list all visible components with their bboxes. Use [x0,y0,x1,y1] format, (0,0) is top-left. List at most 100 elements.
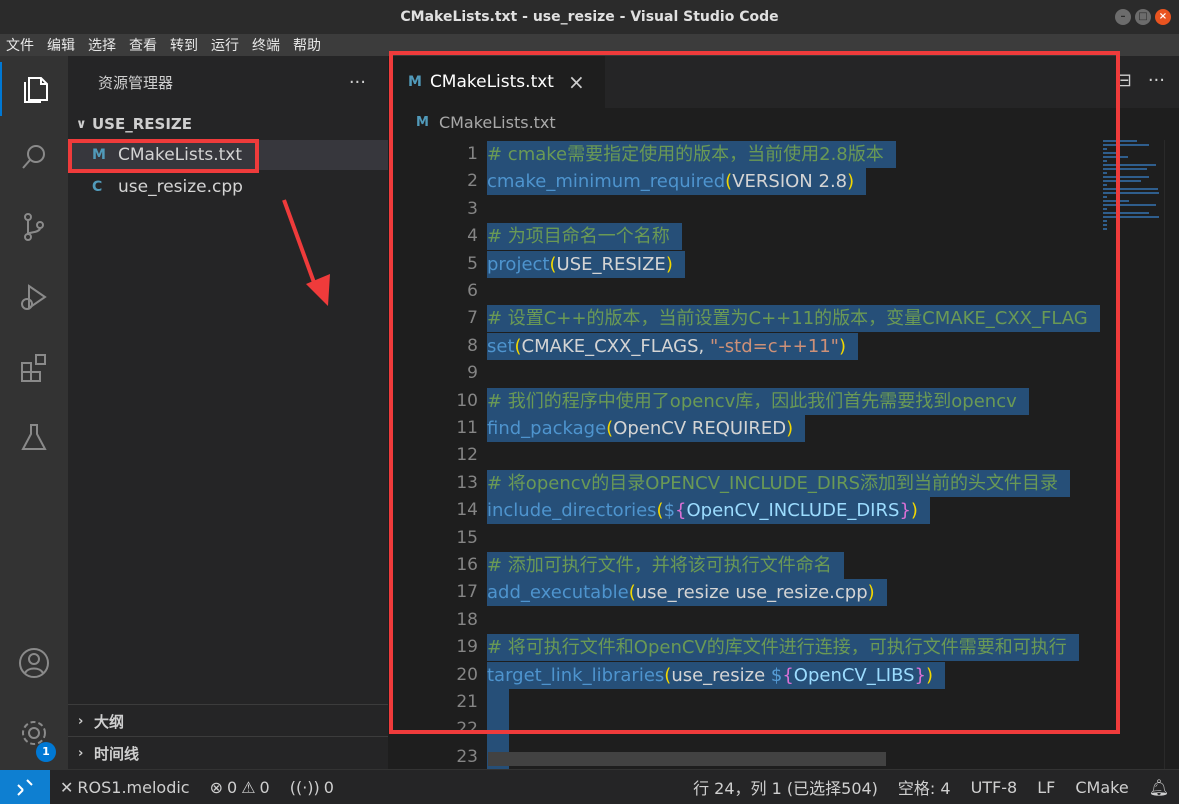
code-token: # 设置C++的版本，当前设置为C++11的版本，变量CMAKE_CXX_FLA… [487,308,1088,330]
warning-count: 0 [259,777,270,797]
minimap-line [1103,208,1107,210]
minimap-line [1103,192,1159,194]
folder-header[interactable]: ∨ USE_RESIZE [68,110,388,138]
code-text: # 我们的程序中使用了opencv库，因此我们首先需要找到opencv [487,387,1029,415]
editor-more-icon[interactable]: ··· [1148,70,1165,91]
line-number: 14 [456,500,478,521]
menu-selection[interactable]: 选择 [82,35,123,55]
close-window-button[interactable]: × [1155,9,1171,25]
file-item-use-resize-cpp[interactable]: C use_resize.cpp [68,172,388,202]
code-line[interactable]: 18 [388,607,1108,634]
code-line[interactable]: 15 [388,525,1108,552]
code-line[interactable]: 4 # 为项目命名一个名称 [388,223,1108,251]
language-mode[interactable]: CMake [1065,778,1138,797]
code-line[interactable]: 14 include_directories(${OpenCV_INCLUDE_D… [388,497,1108,525]
notifications-bell-icon[interactable]: 🔔︎ [1139,778,1179,797]
extensions-icon[interactable] [0,340,68,394]
code-text: find_package(OpenCV REQUIRED) [487,415,806,442]
file-item-cmakelists[interactable]: M CMakeLists.txt [68,140,388,170]
minimap[interactable] [1103,140,1165,320]
menu-view[interactable]: 查看 [123,35,164,55]
minimize-button[interactable]: – [1115,9,1131,25]
maximize-button[interactable]: □ [1135,9,1151,25]
explorer-icon[interactable] [0,62,70,116]
window-controls: – □ × [1115,9,1171,25]
cmake-file-icon: M [408,74,422,90]
chevron-right-icon: › [78,745,84,761]
code-text: # cmake需要指定使用的版本，当前使用2.8版本 [487,141,896,168]
code-line[interactable]: 7 # 设置C++的版本，当前设置为C++11的版本，变量CMAKE_CXX_FL… [388,305,1108,333]
cursor-position[interactable]: 行 24，列 1 (已选择504) [683,775,888,799]
code-line[interactable]: 2 cmake_minimum_required(VERSION 2.8) [388,168,1108,196]
code-line[interactable]: 17 add_executable(use_resize use_resize.c… [388,579,1108,607]
code-text: target_link_libraries(use_resize ${OpenC… [487,661,946,689]
ros-status[interactable]: ✕ ROS1.melodic [50,778,200,797]
tab-cmakelists[interactable]: M CMakeLists.txt × [388,56,605,108]
code-line[interactable]: 12 [388,442,1108,469]
menu-terminal[interactable]: 终端 [246,35,287,55]
indentation[interactable]: 空格: 4 [888,775,961,799]
end-of-line[interactable]: LF [1027,778,1065,797]
timeline-section[interactable]: › 时间线 [68,736,398,769]
explorer-sidebar: 资源管理器 ··· ∨ USE_RESIZE M CMakeLists.txt … [68,56,398,769]
code-line[interactable]: 5 project(USE_RESIZE) [388,250,1108,278]
minimap-line [1103,172,1107,174]
code-line[interactable]: 20 target_link_libraries(use_resize ${Ope… [388,661,1108,689]
testing-icon[interactable] [0,410,68,464]
code-token: ) [926,664,934,686]
explorer-more-button[interactable]: ··· [349,72,366,93]
breadcrumb-file[interactable]: CMakeLists.txt [439,113,556,132]
menu-file[interactable]: 文件 [0,35,41,55]
code-line[interactable]: 8 set(CMAKE_CXX_FLAGS, "-std=c++11") [388,332,1108,360]
code-editor[interactable]: 1 # cmake需要指定使用的版本，当前使用2.8版本 2 cmake_minimu… [388,140,1179,772]
code-token: # 我们的程序中使用了opencv库，因此我们首先需要找到opencv [487,390,1017,412]
code-line[interactable]: 22 [388,716,1108,744]
code-line[interactable]: 19 # 将可执行文件和OpenCV的库文件进行连接，可执行文件需要和可执行 [388,634,1108,662]
tab-close-icon[interactable]: × [568,70,585,94]
code-line[interactable]: 10 # 我们的程序中使用了opencv库，因此我们首先需要找到opencv [388,387,1108,415]
code-line[interactable]: 13 # 将opencv的目录OPENCV_INCLUDE_DIRS添加到当前的头… [388,469,1108,497]
code-token: ) [867,582,875,604]
menu-edit[interactable]: 编辑 [41,35,82,55]
code-token: ) [847,171,855,193]
code-token: use_resize [671,664,771,686]
code-token: find_package [487,418,607,439]
line-number: 8 [467,335,478,356]
broadcast-icon: ((·)) [289,777,320,797]
account-icon[interactable] [0,636,68,690]
horizontal-scrollbar[interactable] [488,752,886,766]
menu-help[interactable]: 帮助 [287,35,328,55]
ros-label: ROS1.melodic [77,777,190,797]
settings-gear-icon[interactable]: 1 [0,706,68,762]
outline-section[interactable]: › 大纲 [68,704,398,737]
code-line[interactable]: 6 [388,278,1108,305]
code-token: target_link_libraries [487,664,665,686]
code-line[interactable]: 21 [388,689,1108,717]
menu-run[interactable]: 运行 [205,35,246,55]
code-line[interactable]: 16 # 添加可执行文件，并将该可执行文件命名 [388,552,1108,579]
problems-status[interactable]: ⊗ 0 ⚠ 0 [200,778,280,797]
code-line[interactable]: 11 find_package(OpenCV REQUIRED) [388,415,1108,442]
code-line[interactable]: 1 # cmake需要指定使用的版本，当前使用2.8版本 [388,141,1108,168]
split-editor-icon[interactable]: ⊟ [1117,70,1132,91]
code-text [487,689,509,717]
code-token: # 将可执行文件和OpenCV的库文件进行连接，可执行文件需要和可执行 [487,637,1067,659]
minimap-line [1103,184,1107,186]
menu-go[interactable]: 转到 [164,35,205,55]
ports-status[interactable]: ((·)) 0 [280,778,344,797]
search-icon[interactable] [0,130,68,184]
code-line[interactable]: 9 [388,360,1108,387]
minimap-line [1103,212,1149,214]
line-number: 1 [467,144,478,164]
code-token: OpenCV_INCLUDE_DIRS [686,500,900,522]
remote-icon[interactable] [0,770,50,804]
encoding[interactable]: UTF-8 [961,778,1028,797]
vertical-scrollbar[interactable] [1164,140,1179,769]
code-token: set [487,335,515,357]
code-token: ) [838,335,846,357]
source-control-icon[interactable] [0,200,68,254]
timeline-label: 时间线 [94,744,140,763]
error-count: 0 [227,777,238,797]
code-line[interactable]: 3 [388,196,1108,223]
run-debug-icon[interactable] [0,270,68,324]
